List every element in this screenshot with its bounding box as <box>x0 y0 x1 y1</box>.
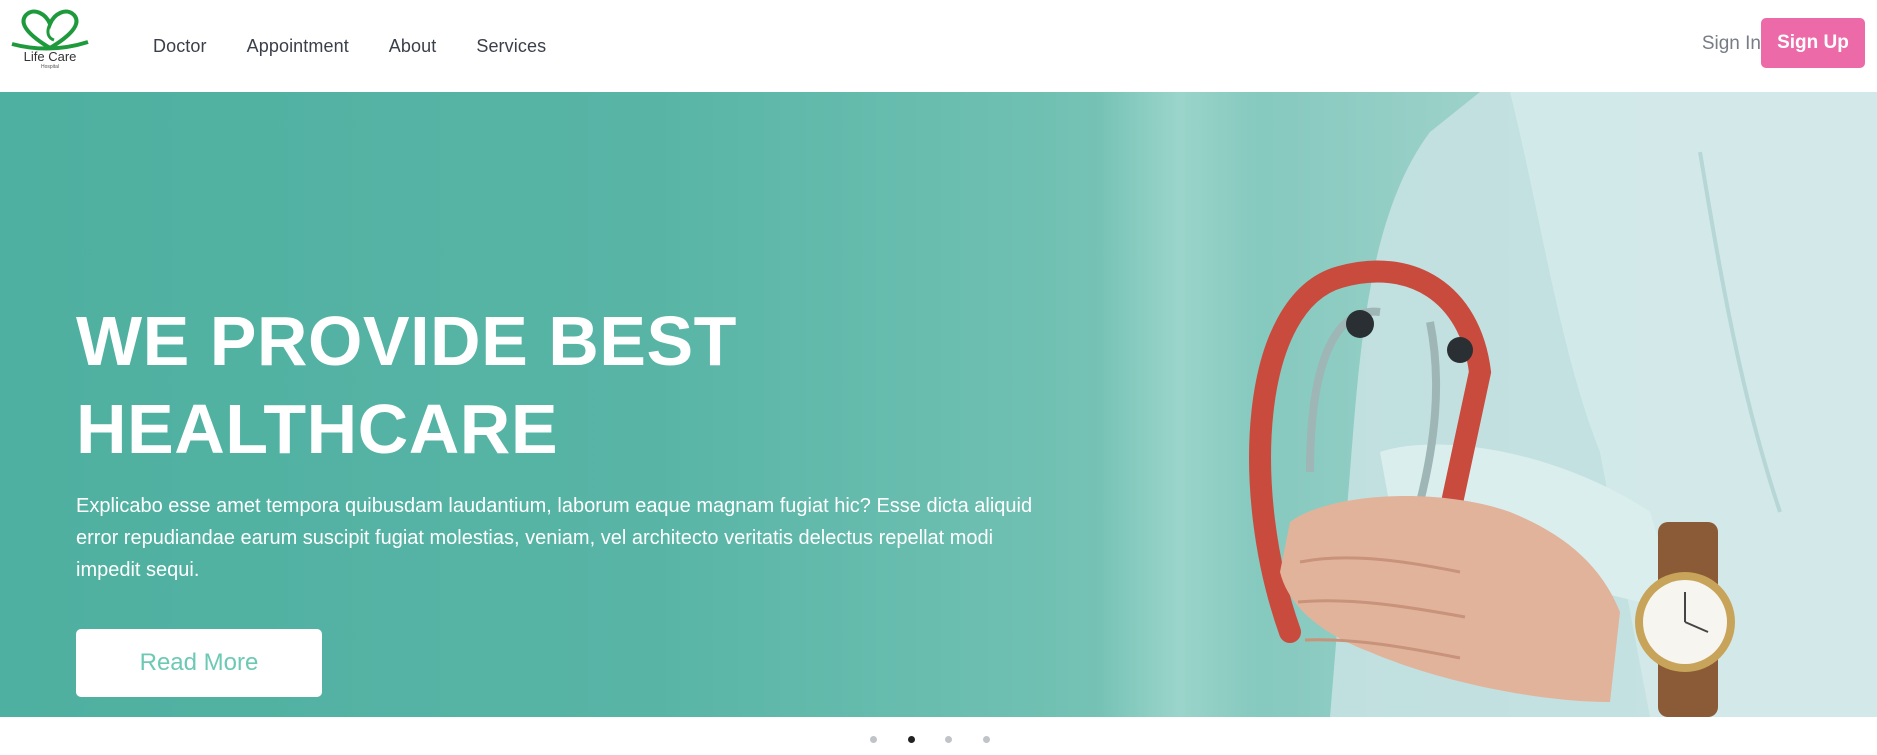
nav-item-appointment[interactable]: Appointment <box>247 36 349 57</box>
carousel-dot-4[interactable] <box>982 736 990 743</box>
nav-item-services[interactable]: Services <box>476 36 546 57</box>
brand-logo[interactable]: Life Care Hospital <box>10 8 90 76</box>
logo-subtitle: Hospital <box>40 64 60 70</box>
sign-in-link[interactable]: Sign In <box>1702 33 1761 55</box>
hero-description: Explicabo esse amet tempora quibusdam la… <box>76 495 1033 581</box>
carousel-dot-1[interactable] <box>870 736 877 743</box>
logo-name: Life Care <box>23 49 77 64</box>
main-nav: Doctor Appointment About Services <box>153 0 586 92</box>
read-more-button[interactable]: Read More <box>76 629 322 697</box>
carousel-indicators <box>870 736 1020 743</box>
heart-ribbon-logo-icon <box>11 9 89 51</box>
top-navbar: Life Care Hospital Doctor Appointment Ab… <box>0 0 1877 92</box>
doctor-with-stethoscope-image <box>1249 92 1877 717</box>
hero-title: WE PROVIDE BEST HEALTHCARE <box>76 302 737 468</box>
hero-banner: WE PROVIDE BEST HEALTHCARE Explicabo ess… <box>0 92 1877 717</box>
carousel-dot-3[interactable] <box>945 736 952 743</box>
nav-item-about[interactable]: About <box>389 36 437 57</box>
sign-up-button[interactable]: Sign Up <box>1761 18 1865 68</box>
carousel-dot-2[interactable] <box>907 736 915 743</box>
nav-item-doctor[interactable]: Doctor <box>153 36 207 57</box>
